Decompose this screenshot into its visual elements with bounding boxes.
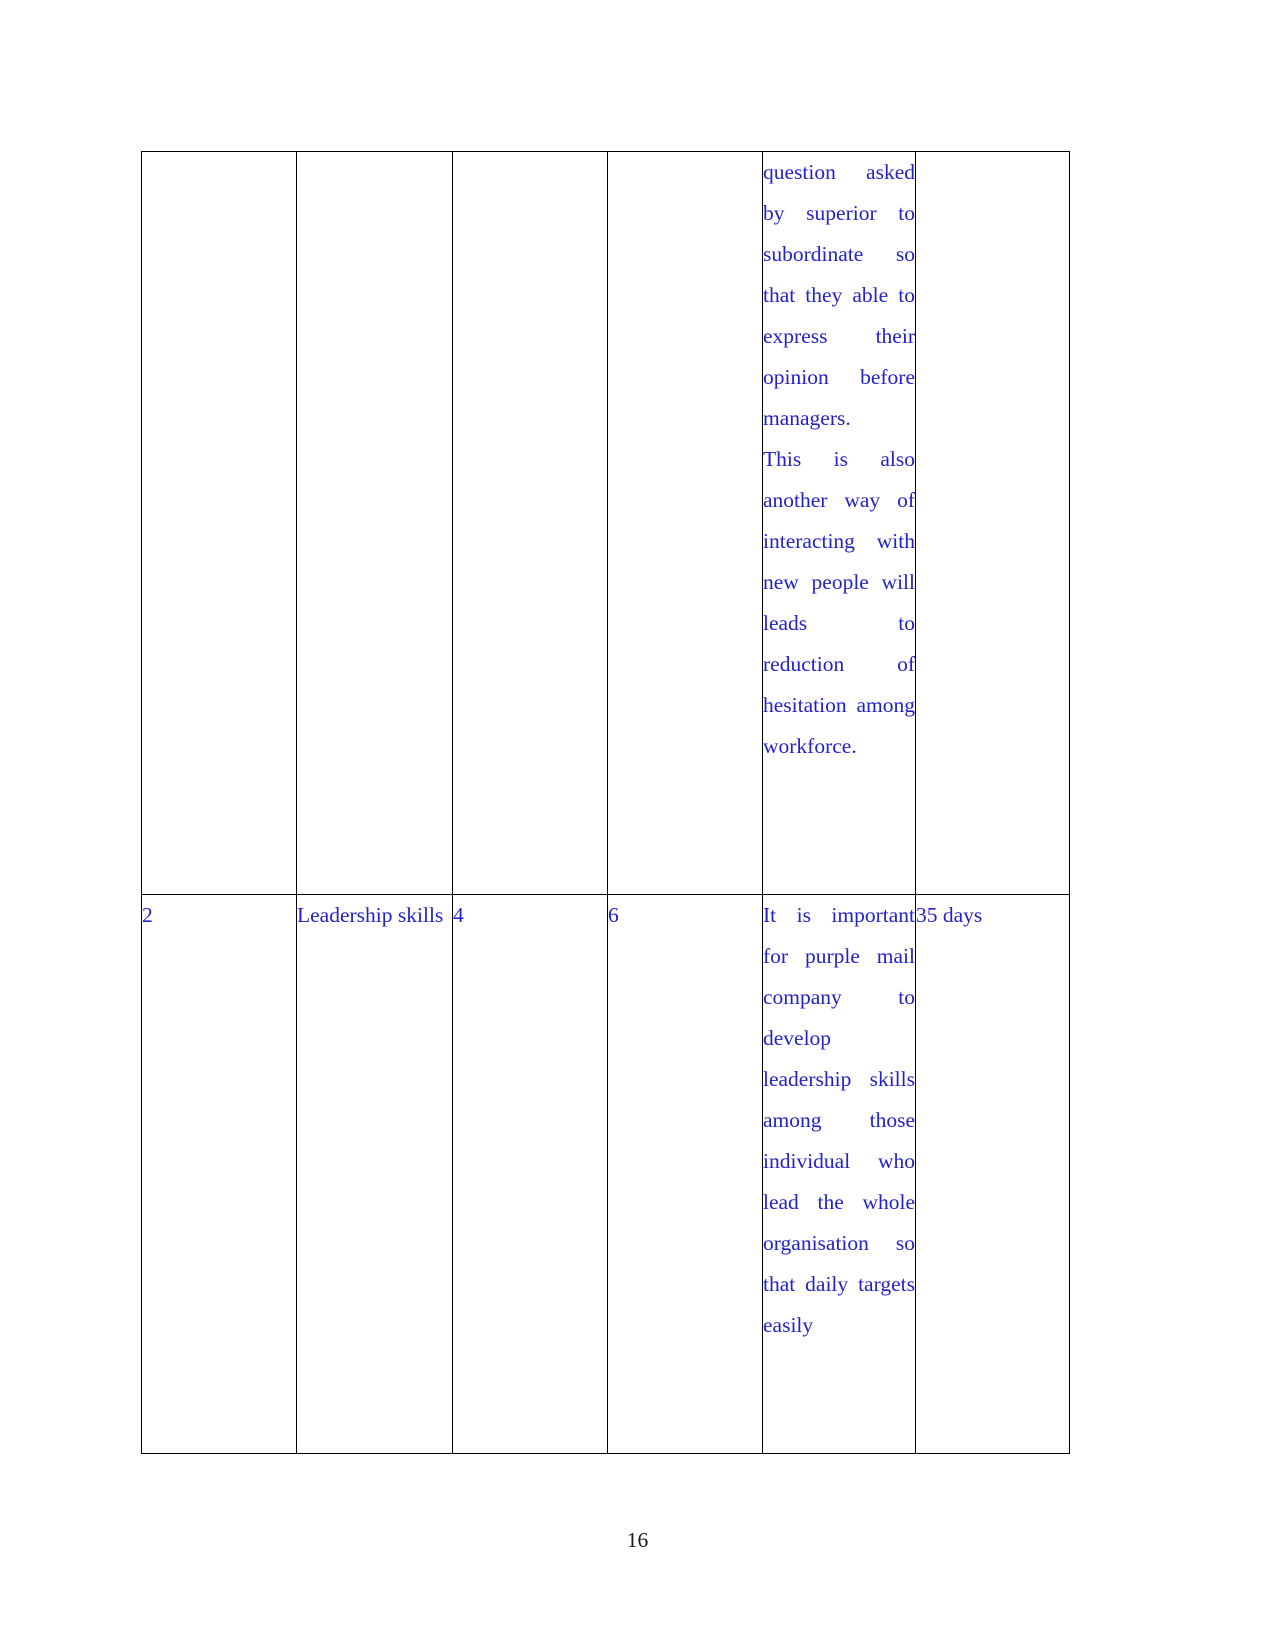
cell-serial — [141, 151, 297, 895]
page-number: 16 — [626, 1528, 649, 1552]
table-row: 2 Leadership skills 4 6 It is important … — [141, 894, 1070, 1454]
cell-skill: Leadership skills — [296, 894, 453, 1454]
cell-current-level: 4 — [452, 894, 608, 1454]
skills-development-table: question asked by superior to subordinat… — [141, 151, 1070, 1454]
table-row: question asked by superior to subordinat… — [141, 151, 1070, 895]
description-paragraph: It is important for purple mail company … — [763, 903, 915, 1337]
cell-serial: 2 — [141, 894, 297, 1454]
document-page: question asked by superior to subordinat… — [0, 0, 1275, 1650]
cell-target-level: 6 — [607, 894, 763, 1454]
cell-timeframe — [915, 151, 1070, 895]
cell-skill — [296, 151, 453, 895]
cell-timeframe: 35 days — [915, 894, 1070, 1454]
cell-current-level — [452, 151, 608, 895]
cell-development-description: It is important for purple mail company … — [762, 894, 916, 1454]
cell-target-level — [607, 151, 763, 895]
cell-development-description: question asked by superior to subordinat… — [762, 151, 916, 895]
description-paragraph: This is also another way of interacting … — [763, 447, 915, 758]
description-paragraph: question asked by superior to subordinat… — [763, 160, 915, 430]
